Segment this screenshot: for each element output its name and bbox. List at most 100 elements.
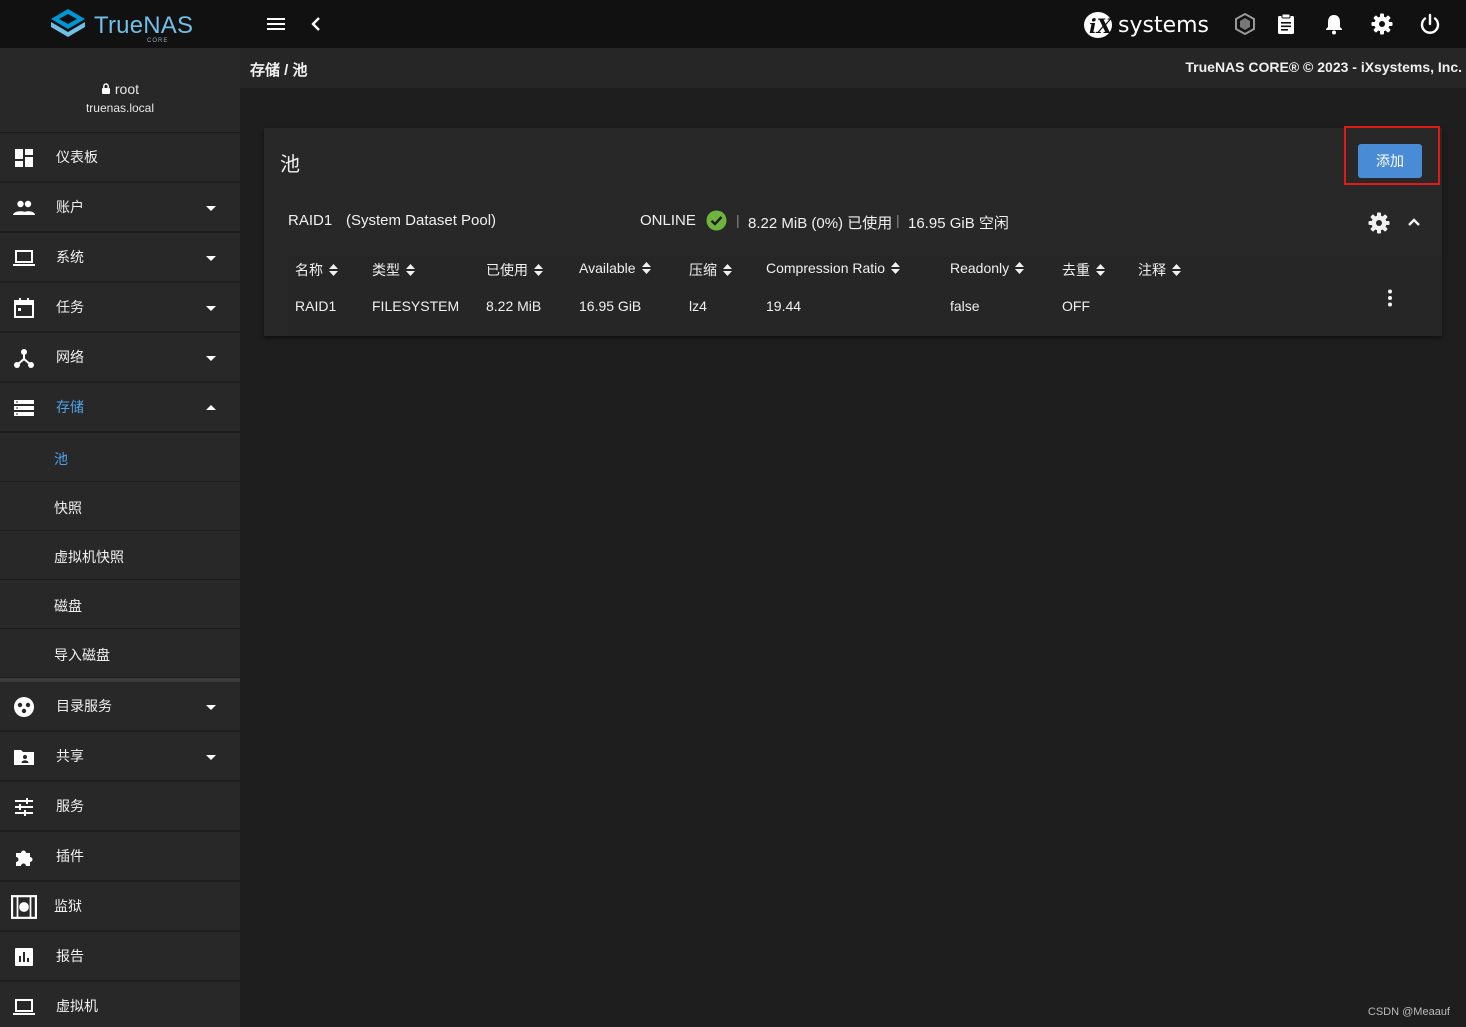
column-header-readonly[interactable]: Readonly — [950, 260, 1025, 276]
username: root — [114, 81, 139, 97]
caret-down-icon — [206, 705, 216, 710]
table-cell-dedup: OFF — [1062, 298, 1090, 314]
column-header-dedup[interactable]: 去重 — [1062, 260, 1105, 280]
sidebar-item-virtual-machines[interactable]: 虚拟机 — [0, 982, 240, 1027]
breadcrumb-bar: 存储 / 池 TrueNAS CORE® © 2023 - iXsystems,… — [240, 48, 1466, 88]
sidebar-subitem-label: 池 — [54, 451, 68, 467]
sidebar-item-label: 任务 — [56, 299, 84, 315]
pool-settings-gear-icon[interactable] — [1367, 211, 1391, 235]
sort-icon — [1096, 264, 1105, 276]
sidebar-item-label: 服务 — [56, 798, 84, 814]
truenas-logo[interactable]: TrueNAS CORE — [48, 6, 198, 44]
add-pool-button[interactable]: 添加 — [1358, 144, 1422, 178]
sidebar-subitem-pools[interactable]: 池 — [0, 433, 240, 482]
table-cell-used: 8.22 MiB — [486, 298, 542, 314]
column-header-type[interactable]: 类型 — [372, 260, 415, 280]
column-header-comments[interactable]: 注释 — [1138, 260, 1181, 280]
sidebar-subitem-import-disk[interactable]: 导入磁盘 — [0, 629, 240, 678]
sidebar-subitem-label: 虚拟机快照 — [54, 549, 124, 565]
sidebar-item-label: 目录服务 — [56, 698, 112, 714]
sidebar-item-reporting[interactable]: 报告 — [0, 932, 240, 982]
sidebar-item-label: 共享 — [56, 748, 84, 764]
column-header-label: Readonly — [950, 260, 1010, 276]
sidebar-subitem-label: 导入磁盘 — [54, 647, 110, 663]
svg-text:iX: iX — [1089, 14, 1114, 38]
sidebar-item-label: 监狱 — [54, 898, 82, 914]
logo-subtext: CORE — [147, 38, 169, 44]
sidebar-subitem-snapshots[interactable]: 快照 — [0, 482, 240, 531]
gear-icon[interactable] — [1370, 12, 1394, 36]
user-info: root truenas.local — [0, 48, 240, 133]
caret-down-icon — [206, 356, 216, 361]
column-header-compression-ratio[interactable]: Compression Ratio — [766, 260, 901, 276]
check-circle-icon — [706, 210, 727, 231]
column-header-label: Available — [579, 260, 636, 276]
table-cell-readonly: false — [950, 298, 980, 314]
table-cell-type: FILESYSTEM — [372, 298, 460, 314]
user-name-row: root — [0, 81, 240, 97]
sidebar-item-label: 虚拟机 — [56, 998, 98, 1014]
more-vert-icon[interactable] — [1380, 288, 1400, 308]
sidebar-item-system[interactable]: 系统 — [0, 233, 240, 283]
caret-down-icon — [206, 206, 216, 211]
column-header-label: 类型 — [372, 262, 400, 278]
sort-icon — [534, 264, 543, 276]
menu-icon[interactable] — [264, 12, 288, 36]
sidebar-item-dashboard[interactable]: 仪表板 — [0, 133, 240, 183]
column-header-name[interactable]: 名称 — [295, 260, 338, 280]
sidebar: root truenas.local 仪表板 账户 系统 任务 网络 存储 池 … — [0, 48, 240, 1027]
breadcrumb[interactable]: 存储 / 池 — [250, 59, 308, 80]
dashboard-icon — [15, 149, 33, 167]
copyright-text: TrueNAS CORE® © 2023 - iXsystems, Inc. — [1185, 59, 1462, 75]
sort-icon — [723, 264, 732, 276]
sidebar-item-label: 报告 — [56, 948, 84, 964]
sidebar-item-network[interactable]: 网络 — [0, 333, 240, 383]
sidebar-item-label: 网络 — [56, 349, 84, 365]
directory-icon — [14, 697, 34, 717]
sidebar-item-sharing[interactable]: 共享 — [0, 732, 240, 782]
pool-description: (System Dataset Pool) — [346, 212, 497, 229]
lock-icon — [101, 83, 110, 94]
ixsystems-logo[interactable]: iX systems — [1082, 10, 1209, 40]
power-icon[interactable] — [1418, 12, 1442, 36]
jail-icon — [11, 895, 37, 919]
sidebar-subitem-disks[interactable]: 磁盘 — [0, 580, 240, 629]
caret-up-icon — [206, 405, 216, 410]
sidebar-item-directory-services[interactable]: 目录服务 — [0, 682, 240, 732]
chevron-up-icon[interactable] — [1404, 212, 1424, 232]
sidebar-item-label: 系统 — [56, 249, 84, 265]
separator: | — [896, 212, 900, 228]
chevron-left-icon[interactable] — [304, 12, 328, 36]
sort-icon — [1172, 264, 1181, 276]
column-header-used[interactable]: 已使用 — [486, 260, 543, 280]
chart-icon — [15, 948, 33, 966]
sidebar-item-accounts[interactable]: 账户 — [0, 183, 240, 233]
truenas-logo-icon — [51, 9, 85, 37]
sidebar-item-label: 账户 — [56, 199, 84, 215]
sidebar-item-jails[interactable]: 监狱 — [0, 882, 240, 932]
column-header-label: Compression Ratio — [766, 260, 886, 276]
tune-icon — [15, 798, 33, 816]
table-cell-compression: lz4 — [689, 298, 707, 314]
sidebar-item-plugins[interactable]: 插件 — [0, 832, 240, 882]
sidebar-item-storage[interactable]: 存储 — [0, 383, 240, 433]
sidebar-item-label: 插件 — [56, 848, 84, 864]
bell-icon[interactable] — [1322, 12, 1346, 36]
pools-card: 池 添加 RAID1 (System Dataset Pool) ONLINE … — [264, 126, 1442, 336]
column-header-available[interactable]: Available — [579, 260, 651, 276]
pool-free: 16.95 GiB 空闲 — [908, 215, 1009, 232]
column-header-label: 去重 — [1062, 262, 1090, 278]
column-header-label: 压缩 — [689, 262, 717, 278]
clipboard-icon[interactable] — [1274, 12, 1298, 36]
laptop-icon — [13, 250, 35, 266]
sidebar-subitem-vm-snapshots[interactable]: 虚拟机快照 — [0, 531, 240, 580]
sidebar-item-label: 仪表板 — [56, 149, 98, 165]
top-toolbar: TrueNAS CORE iX systems — [0, 0, 1466, 48]
hostname: truenas.local — [85, 101, 155, 115]
column-header-compression[interactable]: 压缩 — [689, 260, 732, 280]
sidebar-item-tasks[interactable]: 任务 — [0, 283, 240, 333]
sidebar-item-services[interactable]: 服务 — [0, 782, 240, 832]
caret-down-icon — [206, 306, 216, 311]
pool-header-row: RAID1 (System Dataset Pool) ONLINE | 8.2… — [264, 196, 1442, 244]
truecommand-icon[interactable] — [1233, 12, 1257, 36]
